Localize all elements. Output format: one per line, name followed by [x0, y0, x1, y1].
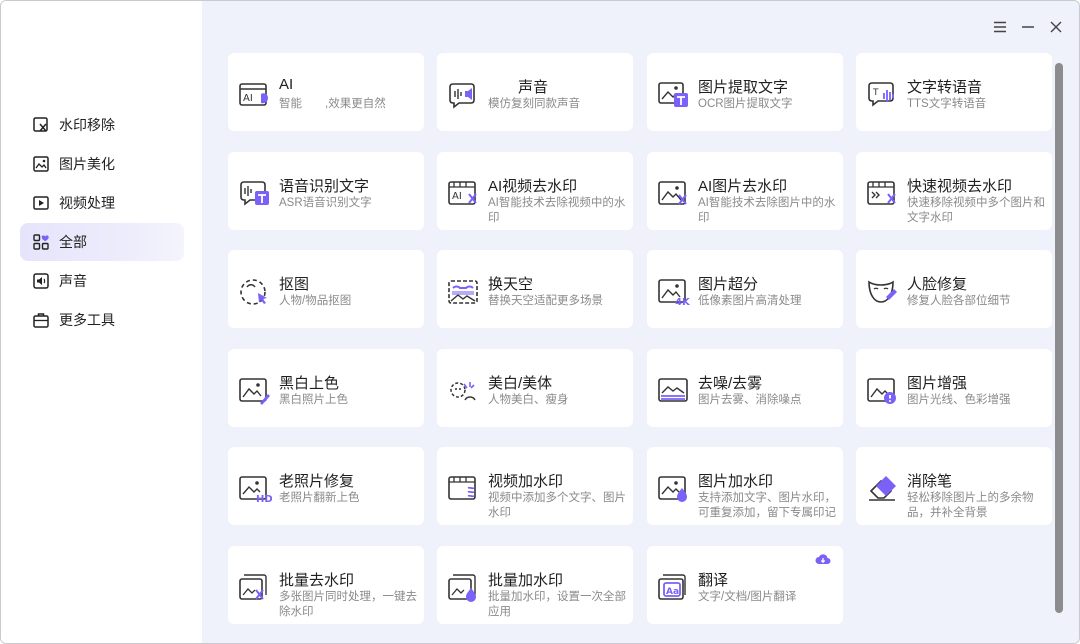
asr-icon	[238, 179, 272, 209]
batch-remove-watermark-icon	[238, 573, 272, 603]
tool-card-ai-image-watermark[interactable]: AI图片去水印 AI智能技术去除图片中的水印	[647, 152, 843, 230]
tool-card-asr[interactable]: 语音识别文字 ASR语音识别文字	[228, 152, 424, 230]
tool-card-super-resolution[interactable]: 4K 图片超分 低像素图片高清处理	[647, 250, 843, 328]
tool-card-image-ocr[interactable]: 图片提取文字 OCR图片提取文字	[647, 53, 843, 131]
tools-panel: AI AI 智能 ,效果更自然 声音 模仿复刻同款声音 图片提取文字 OCR图片…	[202, 1, 1079, 643]
svg-text:4K: 4K	[675, 297, 691, 307]
translate-icon: Aa	[657, 573, 691, 603]
sidebar-item-label: 更多工具	[59, 312, 115, 328]
sidebar-item-video[interactable]: 视频处理	[20, 184, 184, 222]
cutout-icon	[238, 277, 272, 307]
super-resolution-icon: 4K	[657, 277, 691, 308]
old-photo-icon: HD	[238, 474, 273, 505]
sidebar-item-sound[interactable]: 声音	[20, 262, 184, 300]
app-window: 水印移除 图片美化 视频处理 全部 声音 更多工具 AI AI 智能 ,效果更自…	[0, 0, 1080, 644]
minimize-icon	[1022, 26, 1034, 28]
tool-card-ai[interactable]: AI AI 智能 ,效果更自然	[228, 53, 424, 131]
sidebar-item-more-tools[interactable]: 更多工具	[20, 301, 184, 339]
tool-card-translate[interactable]: Aa 翻译 文字/文档/图片翻译	[647, 546, 843, 624]
fast-video-watermark-icon	[866, 179, 900, 209]
tool-card-old-photo[interactable]: HD 老照片修复 老照片翻新上色	[228, 447, 424, 525]
enhance-icon	[866, 376, 900, 406]
menu-icon	[994, 21, 1006, 33]
tool-card-image-add-watermark[interactable]: 图片加水印 支持添加文字、图片水印，可重复添加，留下专属印记	[647, 447, 843, 525]
video-add-watermark-icon	[447, 474, 481, 504]
tool-card-denoise[interactable]: 去噪/去雾 图片去雾、消除噪点	[647, 349, 843, 427]
tool-card-ai-video-watermark[interactable]: AI AI视频去水印 AI智能技术去除视频中的水印	[437, 152, 633, 230]
tool-card-enhance[interactable]: 图片增强 图片光线、色彩增强	[856, 349, 1052, 427]
cloud-download-icon	[815, 552, 831, 566]
tool-card-beautify-body[interactable]: 美白/美体 人物美白、瘦身	[437, 349, 633, 427]
colorize-icon	[238, 376, 272, 406]
sidebar-item-label: 全部	[59, 234, 87, 250]
tool-card-fast-video-watermark[interactable]: 快速视频去水印 快速移除视频中多个图片和文字水印	[856, 152, 1052, 230]
minimize-button[interactable]	[1019, 18, 1037, 36]
tool-card-sky-replace[interactable]: 换天空 替换天空适配更多场景	[437, 250, 633, 328]
sidebar-item-image-beautify[interactable]: 图片美化	[20, 145, 184, 183]
sidebar-item-all[interactable]: 全部	[20, 223, 184, 261]
tool-card-colorize[interactable]: 黑白上色 黑白照片上色	[228, 349, 424, 427]
eraser-icon	[866, 474, 900, 504]
image-ocr-icon	[657, 80, 691, 110]
sidebar-item-label: 水印移除	[59, 117, 115, 133]
video-icon	[32, 194, 50, 212]
image-beautify-icon	[32, 155, 50, 173]
batch-add-watermark-icon	[447, 573, 481, 603]
sidebar-item-label: 视频处理	[59, 195, 115, 211]
beautify-body-icon	[447, 376, 481, 406]
face-restore-icon	[866, 277, 900, 307]
ai-icon: AI	[238, 80, 272, 110]
tool-card-voice-clone[interactable]: 声音 模仿复刻同款声音	[437, 53, 633, 131]
watermark-remove-icon	[32, 116, 50, 134]
tool-card-tts[interactable]: T 文字转语音 TTS文字转语音	[856, 53, 1052, 131]
voice-clone-icon	[447, 80, 481, 110]
close-icon	[1050, 21, 1062, 33]
tool-card-cutout[interactable]: 抠图 人物/物品抠图	[228, 250, 424, 328]
sky-replace-icon	[447, 277, 481, 307]
sidebar-item-watermark-remove[interactable]: 水印移除	[20, 106, 184, 144]
tool-card-eraser[interactable]: 消除笔 轻松移除图片上的多余物品，并补全背景	[856, 447, 1052, 525]
sound-icon	[32, 272, 50, 290]
tool-card-batch-add-watermark[interactable]: 批量加水印 批量加水印，设置一次全部应用	[437, 546, 633, 624]
sidebar-item-label: 图片美化	[59, 156, 115, 172]
tool-card-batch-remove-watermark[interactable]: 批量去水印 多张图片同时处理，一键去除水印	[228, 546, 424, 624]
image-add-watermark-icon	[657, 474, 691, 504]
denoise-icon	[657, 376, 691, 406]
toolbox-icon	[32, 311, 50, 329]
tts-icon: T	[866, 80, 900, 110]
svg-text:AI: AI	[243, 93, 253, 104]
svg-text:Aa: Aa	[666, 587, 679, 597]
svg-text:HD: HD	[256, 494, 272, 504]
svg-text:AI: AI	[452, 191, 462, 202]
sidebar: 水印移除 图片美化 视频处理 全部 声音 更多工具	[1, 1, 202, 643]
sidebar-item-label: 声音	[59, 273, 87, 289]
tool-card-face-restore[interactable]: 人脸修复 修复人脸各部位细节	[856, 250, 1052, 328]
svg-text:T: T	[872, 88, 879, 98]
close-button[interactable]	[1047, 18, 1065, 36]
vertical-scrollbar[interactable]	[1055, 63, 1063, 613]
grid-icon	[32, 233, 50, 251]
menu-button[interactable]	[991, 18, 1009, 36]
ai-video-watermark-icon: AI	[447, 179, 481, 209]
tool-card-video-add-watermark[interactable]: 视频加水印 视频中添加多个文字、图片水印	[437, 447, 633, 525]
ai-image-watermark-icon	[657, 179, 691, 209]
